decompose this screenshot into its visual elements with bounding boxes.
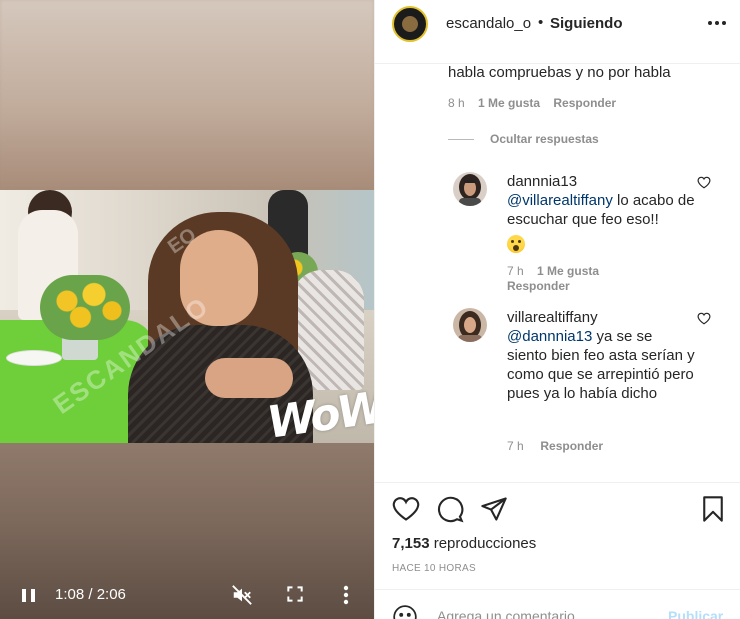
avatar[interactable] bbox=[392, 6, 428, 42]
divider-line bbox=[448, 138, 474, 140]
post-actions: 7,153 reproducciones HACE 10 HORAS Agreg… bbox=[375, 482, 740, 619]
reply-time: 7 h bbox=[507, 264, 524, 278]
reply-body: villarealtiffany @dannnia13 ya se se sie… bbox=[507, 308, 695, 403]
video-controls: 1:08 / 2:06 bbox=[0, 578, 374, 612]
comments-list: habla compruebas y no por habla 8 h 1 Me… bbox=[375, 64, 740, 482]
comment-text: habla compruebas y no por habla bbox=[448, 64, 671, 81]
reply-time: 7 h bbox=[507, 439, 524, 453]
post-header: escandalo_o • Siguiendo bbox=[375, 0, 740, 64]
video-player[interactable]: ESCANDALO EO WoW 1:08 / 2:06 bbox=[0, 0, 374, 619]
hide-replies-label: Ocultar respuestas bbox=[490, 132, 599, 146]
reply-reply-link[interactable]: Responder bbox=[507, 279, 570, 293]
bookmark-icon[interactable] bbox=[699, 495, 727, 523]
comment-reply-link[interactable]: Responder bbox=[553, 96, 616, 110]
reply-reply-link[interactable]: Responder bbox=[540, 439, 603, 453]
avatar[interactable] bbox=[453, 172, 487, 206]
avatar[interactable] bbox=[453, 308, 487, 342]
reply-mention[interactable]: @villarealtiffany bbox=[507, 192, 613, 209]
video-frame: ESCANDALO EO WoW bbox=[0, 190, 374, 443]
views-count[interactable]: 7,153 reproducciones bbox=[392, 535, 536, 552]
reply-meta: 7 h 1 Me gusta Responder bbox=[507, 264, 599, 294]
flower-arrangement bbox=[40, 275, 130, 340]
reply-meta: 7 h Responder bbox=[507, 439, 603, 454]
comment-input[interactable]: Agrega un comentario... bbox=[437, 608, 586, 619]
comment-icon[interactable] bbox=[436, 495, 464, 523]
comment-meta: 8 h 1 Me gusta Responder bbox=[448, 96, 616, 110]
comment-time: 8 h bbox=[448, 96, 465, 110]
more-vertical-icon[interactable] bbox=[339, 584, 353, 606]
reply-likes-link[interactable]: 1 Me gusta bbox=[537, 264, 599, 278]
reply-body: dannnia13 @villarealtiffany lo acabo de … bbox=[507, 172, 695, 258]
fullscreen-icon[interactable] bbox=[285, 584, 305, 604]
reply-item: villarealtiffany @dannnia13 ya se se sie… bbox=[453, 308, 733, 458]
reply-mention[interactable]: @dannnia13 bbox=[507, 328, 592, 345]
username-link[interactable]: escandalo_o bbox=[446, 15, 531, 32]
share-icon[interactable] bbox=[480, 495, 508, 523]
like-heart-icon[interactable] bbox=[697, 176, 711, 189]
astonished-face-emoji bbox=[507, 235, 525, 253]
heart-icon[interactable] bbox=[392, 495, 420, 523]
comment-likes-link[interactable]: 1 Me gusta bbox=[478, 96, 540, 110]
post-panel: escandalo_o • Siguiendo habla compruebas… bbox=[374, 0, 740, 619]
more-horizontal-icon[interactable] bbox=[707, 14, 727, 32]
reply-username[interactable]: dannnia13 bbox=[507, 173, 577, 190]
views-label: reproducciones bbox=[429, 535, 537, 552]
like-heart-icon[interactable] bbox=[697, 312, 711, 325]
hide-replies-button[interactable]: Ocultar respuestas bbox=[448, 132, 599, 146]
views-number: 7,153 bbox=[392, 535, 430, 552]
publish-button[interactable]: Publicar bbox=[668, 608, 723, 619]
comment-composer: Agrega un comentario... Publicar bbox=[375, 589, 740, 619]
separator-bullet: • bbox=[538, 14, 544, 31]
pause-icon[interactable] bbox=[18, 586, 38, 604]
emoji-picker-icon[interactable] bbox=[392, 604, 418, 619]
reply-username[interactable]: villarealtiffany bbox=[507, 309, 598, 326]
following-button[interactable]: Siguiendo bbox=[550, 15, 623, 32]
reply-item: dannnia13 @villarealtiffany lo acabo de … bbox=[453, 172, 733, 302]
video-time: 1:08 / 2:06 bbox=[55, 586, 126, 603]
video-blur-top bbox=[0, 0, 374, 190]
post-timestamp[interactable]: HACE 10 HORAS bbox=[392, 563, 476, 574]
volume-muted-icon[interactable] bbox=[231, 584, 253, 606]
